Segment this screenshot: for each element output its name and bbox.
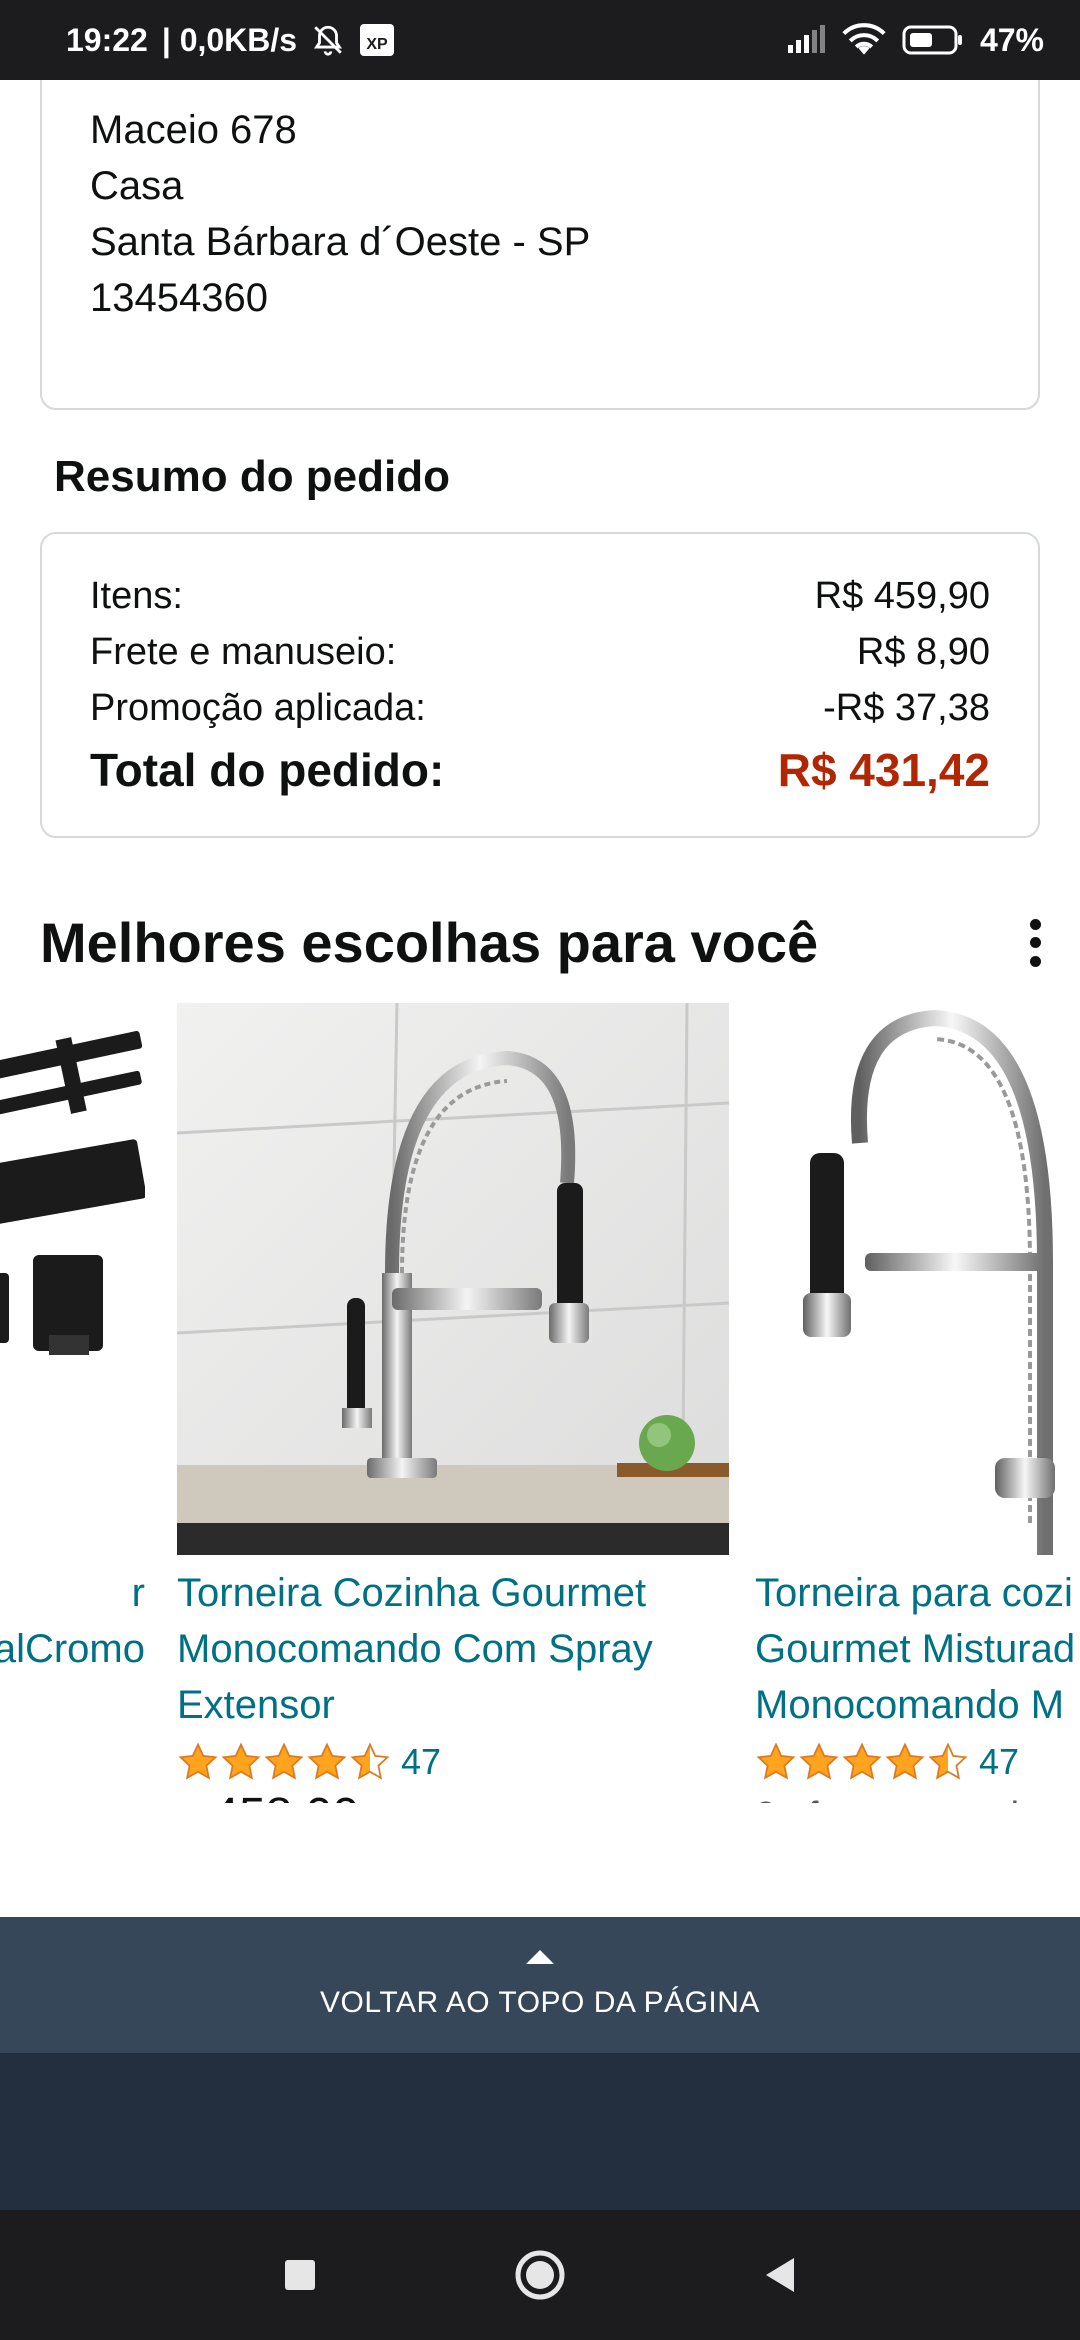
product-title[interactable]: Monocomando Com Spray: [177, 1621, 729, 1677]
product-image[interactable]: [177, 1003, 729, 1555]
product-title[interactable]: Extensor: [177, 1677, 729, 1733]
square-icon: [285, 2260, 315, 2290]
summary-row-shipping: Frete e manuseio: R$ 8,90: [90, 624, 990, 680]
review-count[interactable]: 47: [979, 1741, 1019, 1783]
status-network-speed: | 0,0KB/s: [161, 21, 298, 58]
order-summary-card: Itens: R$ 459,90 Frete e manuseio: R$ 8,…: [40, 532, 1040, 838]
caret-up-icon: [526, 1950, 554, 1964]
home-button[interactable]: [510, 2245, 570, 2305]
product-title[interactable]: Gourmet Misturad: [755, 1621, 1080, 1677]
summary-row-items: Itens: R$ 459,90: [90, 568, 990, 624]
star-full-icon: [799, 1742, 839, 1780]
product-rating[interactable]: 47: [177, 1737, 729, 1787]
status-time: 19:22: [66, 21, 148, 58]
address-postal-code: 13454360: [90, 276, 268, 320]
summary-row-promotion: Promoção aplicada: -R$ 37,38: [90, 680, 990, 736]
address-line: Maceio 678: [90, 108, 297, 152]
battery-percent: 47%: [979, 21, 1044, 58]
product-card[interactable]: Torneira Cozinha Gourmet Monocomando Com…: [177, 1003, 729, 1803]
product-card[interactable]: r alCromo: [0, 1003, 145, 1677]
star-half-icon: [350, 1742, 390, 1780]
signal-icon: [786, 25, 826, 55]
xp-app-icon: XP: [359, 23, 395, 57]
circle-home-icon: [515, 2250, 565, 2300]
star-rating: [755, 1741, 969, 1783]
back-button[interactable]: [750, 2245, 810, 2305]
star-full-icon: [264, 1742, 304, 1780]
recents-button[interactable]: [270, 2245, 330, 2305]
page-content[interactable]: Vitor Cesar Lelis Maceio 678 Casa Santa …: [0, 80, 1080, 2210]
product-image[interactable]: [0, 1003, 145, 1555]
star-full-icon: [178, 1742, 218, 1780]
star-full-icon: [221, 1742, 261, 1780]
total-value: R$ 431,42: [777, 744, 990, 796]
wifi-icon: [842, 23, 886, 57]
product-price: R$458,00: [177, 1789, 729, 1803]
order-summary-title: Resumo do pedido: [54, 452, 450, 501]
recommendations-carousel[interactable]: r alCromo Torneira Cozinha Gourmet Monoc…: [0, 1003, 1080, 1803]
review-count[interactable]: 47: [401, 1741, 441, 1783]
product-title[interactable]: Monocomando M: [755, 1677, 1080, 1733]
address-name-line: Vitor Cesar Lelis: [90, 80, 990, 102]
summary-label: Itens:: [90, 575, 183, 617]
star-full-icon: [842, 1742, 882, 1780]
battery-icon: [902, 24, 964, 56]
recommendations-header: Melhores escolhas para você: [40, 910, 1050, 975]
summary-value: -R$ 37,38: [823, 687, 990, 729]
product-offers[interactable]: 2 ofertas a partir: [755, 1789, 1080, 1803]
summary-label: Promoção aplicada:: [90, 687, 426, 729]
screen: 19:22 | 0,0KB/s XP 47% Vitor: [0, 0, 1080, 2340]
summary-value: R$ 459,90: [814, 575, 990, 617]
product-image[interactable]: [755, 1003, 1080, 1555]
recommendations-title: Melhores escolhas para você: [40, 911, 819, 974]
product-title[interactable]: Torneira para cozi: [755, 1565, 1080, 1621]
summary-value: R$ 8,90: [856, 631, 990, 673]
back-to-top-label: VOLTAR AO TOPO DA PÁGINA: [320, 1986, 760, 2019]
summary-label: Frete e manuseio:: [90, 631, 397, 673]
status-bar: 19:22 | 0,0KB/s XP 47%: [0, 0, 1080, 80]
star-rating: [177, 1741, 391, 1783]
summary-row-total: Total do pedido: R$ 431,42: [90, 738, 990, 802]
product-title[interactable]: alCromo: [0, 1621, 145, 1677]
shipping-address-card: Vitor Cesar Lelis Maceio 678 Casa Santa …: [40, 80, 1040, 410]
star-half-icon: [928, 1742, 968, 1780]
back-to-top-button[interactable]: VOLTAR AO TOPO DA PÁGINA: [0, 1917, 1080, 2053]
star-full-icon: [885, 1742, 925, 1780]
footer-links-area: [0, 2053, 1080, 2210]
price-value: 458,00: [212, 1789, 359, 1803]
star-full-icon: [307, 1742, 347, 1780]
back-triangle-icon: [766, 2258, 794, 2292]
more-options-icon[interactable]: [1020, 913, 1050, 973]
address-line: Santa Bárbara d´Oeste - SP: [90, 220, 591, 264]
address-line: Casa: [90, 164, 184, 208]
product-title[interactable]: r: [0, 1565, 145, 1621]
total-label: Total do pedido:: [90, 744, 445, 796]
product-title[interactable]: Torneira Cozinha Gourmet: [177, 1565, 729, 1621]
star-full-icon: [756, 1742, 796, 1780]
bell-muted-icon: [311, 23, 345, 57]
product-card[interactable]: Torneira para cozi Gourmet Misturad Mono…: [755, 1003, 1080, 1803]
svg-text:XP: XP: [366, 36, 388, 53]
system-navigation-bar: [0, 2210, 1080, 2340]
product-rating[interactable]: 47: [755, 1737, 1080, 1787]
